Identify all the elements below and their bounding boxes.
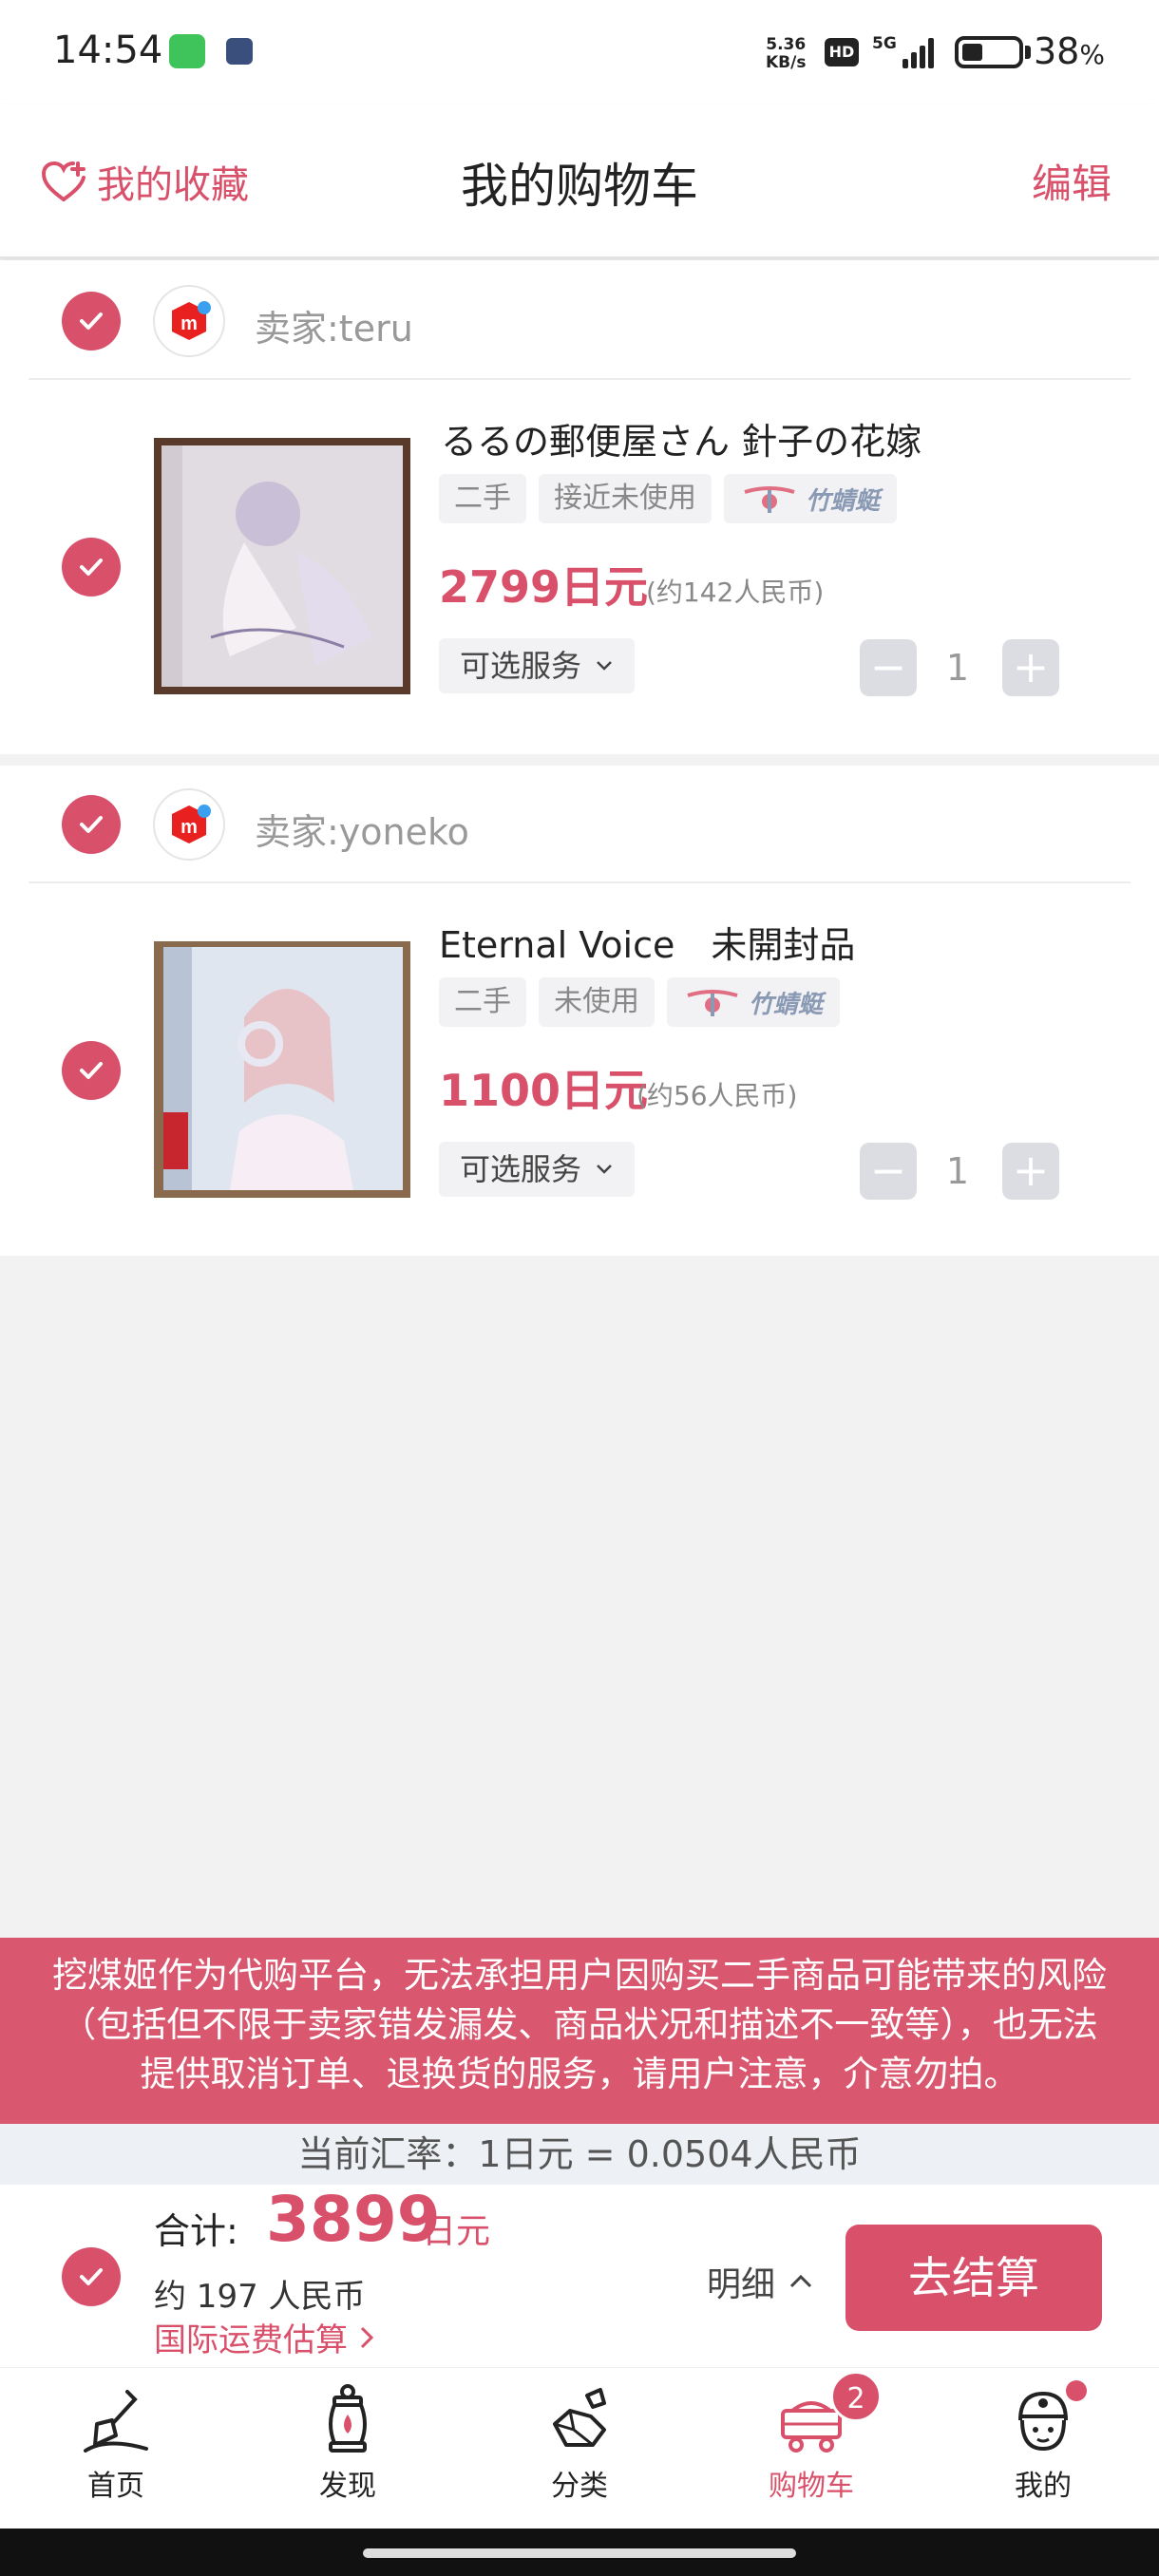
optional-services-dropdown[interactable]: 可选服务 (439, 1142, 636, 1197)
cat-notification-icon (226, 38, 253, 65)
detail-toggle[interactable]: 明细 (707, 2257, 813, 2306)
check-icon (80, 313, 103, 330)
android-notification-icon (169, 34, 205, 68)
chevron-up-icon (789, 2274, 812, 2288)
total-cny: 约 197 人民币 (154, 2278, 366, 2316)
status-time: 14:54 (53, 28, 163, 72)
product-price-cny: (约56人民币) (636, 1080, 798, 1111)
check-icon (80, 559, 103, 576)
battery-tip (1025, 46, 1031, 59)
product-image[interactable] (154, 438, 410, 694)
total-amount: 3899 (266, 2183, 441, 2256)
seller-name[interactable]: 卖家:yoneko (255, 803, 469, 855)
check-icon (80, 816, 103, 833)
product-price-cny: (约142人民币) (646, 577, 825, 608)
optional-services-label: 可选服务 (460, 1151, 582, 1187)
condition-tag: 二手 (439, 977, 526, 1027)
check-icon (80, 2268, 103, 2285)
chevron-down-icon (597, 661, 612, 671)
shop-select-checkbox[interactable] (62, 795, 121, 854)
divider (28, 378, 1130, 380)
svg-text:m: m (180, 313, 198, 334)
svg-text:m: m (180, 817, 198, 838)
detail-label: 明细 (707, 2265, 776, 2304)
chevron-right-icon (360, 2326, 374, 2348)
exchange-rate: 当前汇率：1日元 = 0.0504人民币 (0, 2124, 1159, 2185)
home-indicator[interactable] (363, 2548, 796, 2558)
seller-name[interactable]: 卖家:teru (255, 299, 413, 351)
notification-dot (1066, 2380, 1087, 2401)
product-title[interactable]: Eternal Voice 未開封品 (439, 916, 855, 968)
item-select-checkbox[interactable] (62, 1041, 121, 1100)
tab-categories[interactable]: 分类 (504, 2382, 656, 2504)
checkout-button[interactable]: 去结算 (846, 2225, 1102, 2331)
bamboo-dragonfly-label: 竹蜻蜓 (749, 990, 824, 1019)
decrease-quantity-button[interactable]: − (860, 639, 917, 696)
divider (28, 881, 1130, 883)
lantern-icon (329, 2384, 367, 2453)
chevron-down-icon (597, 1165, 612, 1174)
condition-tag: 未使用 (539, 977, 655, 1027)
net-speed: 5.36 KB/s (766, 35, 807, 72)
product-title[interactable]: るるの郵便屋さん 針子の花嫁 (441, 412, 922, 464)
increase-quantity-button[interactable]: + (1002, 639, 1059, 696)
product-price: 1100日元 (439, 1065, 649, 1116)
risk-disclaimer: 挖煤姬作为代购平台，无法承担用户因购买二手商品可能带来的风险 （包括但不限于卖家… (0, 1938, 1159, 2124)
check-icon (80, 1062, 103, 1079)
item-select-checkbox[interactable] (62, 538, 121, 597)
tab-cart-label: 购物车 (769, 2470, 854, 2503)
hd-icon: HD (825, 38, 859, 66)
tab-discover-label: 发现 (319, 2470, 376, 2503)
battery-percent: 38% (1034, 30, 1105, 72)
coal-icon (553, 2388, 606, 2447)
bamboo-dragonfly-tag: 竹蜻蜓 (667, 977, 841, 1027)
bamboo-dragonfly-icon (687, 990, 738, 1016)
select-all-checkbox[interactable] (62, 2247, 121, 2306)
condition-tag: 接近未使用 (539, 474, 712, 523)
edit-button[interactable]: 编辑 (1032, 152, 1112, 210)
bamboo-dragonfly-icon (744, 486, 795, 513)
tab-home[interactable]: 首页 (40, 2382, 192, 2504)
mercari-logo: m (153, 285, 225, 357)
increase-quantity-button[interactable]: + (1002, 1143, 1059, 1200)
tab-home-label: 首页 (87, 2470, 144, 2503)
optional-services-label: 可选服务 (460, 648, 582, 684)
bamboo-dragonfly-label: 竹蜻蜓 (806, 486, 881, 516)
product-price: 2799日元 (439, 561, 649, 613)
quantity-value[interactable]: 1 (922, 1143, 994, 1200)
total-label: 合计: (154, 2210, 238, 2252)
condition-tag: 二手 (439, 474, 526, 523)
tab-profile-label: 我的 (1015, 2470, 1072, 2503)
total-unit: 日元 (422, 2212, 491, 2251)
cart-count-badge: 2 (830, 2371, 882, 2422)
tab-discover[interactable]: 发现 (272, 2382, 424, 2504)
mercari-logo: m (153, 788, 225, 861)
product-image[interactable] (154, 941, 410, 1198)
optional-services-dropdown[interactable]: 可选服务 (439, 638, 636, 693)
shipping-estimate-link[interactable]: 国际运费估算 (154, 2314, 374, 2360)
shovel-icon (84, 2390, 148, 2453)
quantity-value[interactable]: 1 (922, 639, 994, 696)
signal-icon (902, 34, 940, 68)
shop-select-checkbox[interactable] (62, 292, 121, 350)
page-title: 我的购物车 (461, 159, 698, 214)
network-type: 5G (872, 34, 897, 53)
tab-categories-label: 分类 (551, 2470, 608, 2503)
tab-profile[interactable]: 我的 (967, 2382, 1119, 2504)
battery-icon (955, 36, 1023, 68)
bamboo-dragonfly-tag: 竹蜻蜓 (724, 474, 898, 523)
decrease-quantity-button[interactable]: − (860, 1143, 917, 1200)
shipping-estimate-label: 国际运费估算 (154, 2321, 348, 2359)
